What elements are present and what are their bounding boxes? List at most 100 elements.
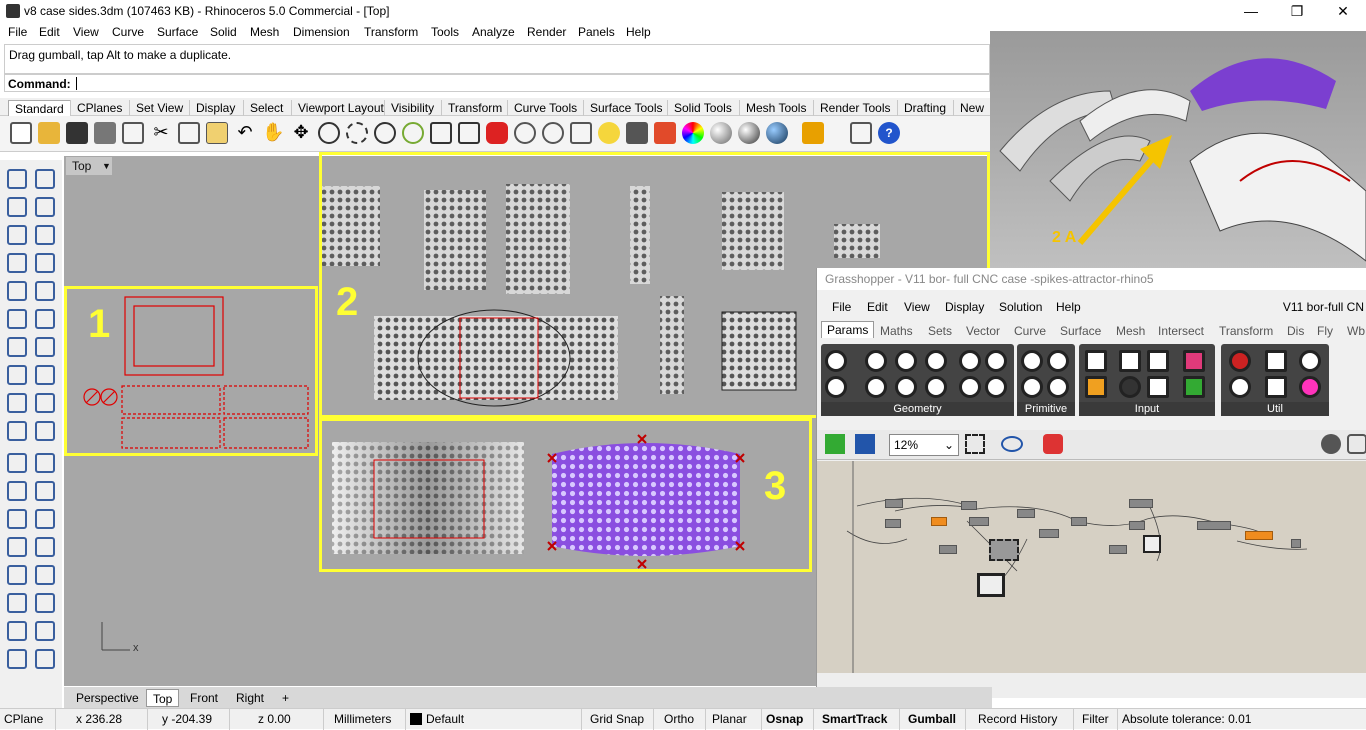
scale-icon[interactable] (32, 506, 55, 529)
gh-input-icon[interactable] (1085, 350, 1107, 372)
gh-tab-vector[interactable]: Vector (966, 324, 1000, 338)
gh-input-icon[interactable] (1183, 376, 1205, 398)
tab-mesh-tools[interactable]: Mesh Tools (739, 100, 812, 116)
gh-component-node[interactable] (1197, 521, 1231, 530)
gh-tab-intersect[interactable]: Intersect (1158, 324, 1204, 338)
maximize-button[interactable]: ❐ (1274, 0, 1320, 22)
gh-mesh-icon[interactable] (1347, 434, 1366, 454)
paste-icon[interactable] (206, 122, 228, 144)
tab-solid-tools[interactable]: Solid Tools (667, 100, 738, 116)
material-icon[interactable] (654, 122, 676, 144)
gh-util-icon[interactable] (1229, 376, 1251, 398)
gh-param-icon[interactable] (959, 350, 981, 372)
gh-tab-mesh[interactable]: Mesh (1116, 324, 1145, 338)
gh-component-node[interactable] (1109, 545, 1127, 554)
gh-component-node[interactable] (1017, 509, 1035, 518)
status-smarttrack[interactable]: SmartTrack (818, 709, 900, 730)
gh-param-icon[interactable] (1047, 350, 1069, 372)
curve-icon[interactable] (32, 194, 55, 217)
save-icon[interactable] (66, 122, 88, 144)
point-icon[interactable] (32, 166, 55, 189)
grasshopper-icon[interactable] (850, 122, 872, 144)
gh-component-node[interactable] (1071, 517, 1087, 526)
fillet-curve-icon[interactable] (32, 278, 55, 301)
boolean-union-icon[interactable] (32, 334, 55, 357)
gh-preview-eye-icon[interactable] (1001, 436, 1023, 452)
gh-component-node[interactable] (1129, 521, 1145, 530)
status-record-history[interactable]: Record History (974, 709, 1074, 730)
tab-set-view[interactable]: Set View (129, 100, 189, 116)
gh-tab-maths[interactable]: Maths (880, 324, 913, 338)
command-line[interactable]: Command: (4, 74, 990, 92)
menu-tools[interactable]: Tools (431, 25, 459, 39)
gh-tab-dis[interactable]: Dis (1287, 324, 1304, 338)
copy-icon[interactable] (178, 122, 200, 144)
gh-util-icon[interactable] (1265, 376, 1287, 398)
gh-input-icon[interactable] (1183, 350, 1205, 372)
gh-param-icon[interactable] (985, 350, 1007, 372)
gh-sketch-icon[interactable] (1043, 434, 1063, 454)
zoom-window-icon[interactable] (346, 122, 368, 144)
paint-bucket-icon[interactable] (626, 122, 648, 144)
copy-transform-icon[interactable] (32, 478, 55, 501)
gh-preview-node[interactable] (977, 573, 1005, 597)
gh-param-icon[interactable] (895, 350, 917, 372)
select-arrow-icon[interactable] (4, 166, 27, 189)
gh-panel-label[interactable]: Util (1221, 402, 1329, 416)
gh-menu-display[interactable]: Display (945, 300, 984, 314)
cylinder-icon[interactable] (4, 362, 27, 385)
ellipse-icon[interactable] (32, 222, 55, 245)
gh-panel-label[interactable]: Input (1079, 402, 1215, 416)
gh-sphere-icon[interactable] (1321, 434, 1341, 454)
gh-menu-solution[interactable]: Solution (999, 300, 1042, 314)
tab-visibility[interactable]: Visibility (384, 100, 440, 116)
close-button[interactable]: ✕ (1320, 0, 1366, 22)
menu-solid[interactable]: Solid (210, 25, 237, 39)
status-units[interactable]: Millimeters (330, 709, 406, 730)
dimension-icon[interactable] (32, 562, 55, 585)
gh-util-icon[interactable] (1299, 350, 1321, 372)
menu-view[interactable]: View (73, 25, 99, 39)
gh-param-icon[interactable] (895, 376, 917, 398)
circle-icon[interactable] (4, 222, 27, 245)
rectangle-icon[interactable] (32, 250, 55, 273)
mirror-icon[interactable] (32, 534, 55, 557)
menu-curve[interactable]: Curve (112, 25, 144, 39)
gh-component-node[interactable] (885, 519, 901, 528)
split-icon[interactable] (4, 418, 27, 441)
four-viewports-icon[interactable] (458, 122, 480, 144)
zoom-selected-icon[interactable] (402, 122, 424, 144)
color-wheel-icon[interactable] (682, 122, 704, 144)
tab-select[interactable]: Select (243, 100, 289, 116)
gh-util-icon[interactable] (1229, 350, 1251, 372)
minimize-button[interactable]: — (1228, 0, 1274, 22)
menu-transform[interactable]: Transform (364, 25, 418, 39)
tab-transform[interactable]: Transform (441, 100, 508, 116)
menu-mesh[interactable]: Mesh (250, 25, 279, 39)
gh-component-node[interactable] (931, 517, 947, 526)
undo-icon[interactable]: ↶ (234, 122, 256, 144)
analyze-icon[interactable] (4, 562, 27, 585)
gh-param-icon[interactable] (1021, 350, 1043, 372)
gh-util-icon[interactable] (1265, 350, 1287, 372)
gh-tab-wb[interactable]: Wb (1347, 324, 1365, 338)
gh-save-icon[interactable] (855, 434, 875, 454)
polygon-icon[interactable] (4, 278, 27, 301)
gh-param-icon[interactable] (985, 376, 1007, 398)
gh-input-icon[interactable] (1085, 376, 1107, 398)
gh-zoom-extents-icon[interactable] (965, 434, 985, 454)
gh-component-node[interactable] (969, 517, 989, 526)
wireframe-sphere-icon[interactable] (710, 122, 732, 144)
material-editor-icon[interactable] (32, 646, 55, 669)
pan-hand-icon[interactable]: ✋ (262, 122, 284, 144)
gh-panel-node[interactable] (989, 539, 1019, 561)
gh-panel-label[interactable]: Geometry (821, 402, 1014, 416)
text-icon[interactable] (4, 506, 27, 529)
status-ortho[interactable]: Ortho (660, 709, 706, 730)
rendered-sphere-icon[interactable] (766, 122, 788, 144)
tab-perspective[interactable]: Perspective (70, 689, 145, 707)
tab-curve-tools[interactable]: Curve Tools (507, 100, 583, 116)
gh-param-icon[interactable] (865, 350, 887, 372)
arc-icon[interactable] (4, 250, 27, 273)
gh-input-icon[interactable] (1119, 350, 1141, 372)
